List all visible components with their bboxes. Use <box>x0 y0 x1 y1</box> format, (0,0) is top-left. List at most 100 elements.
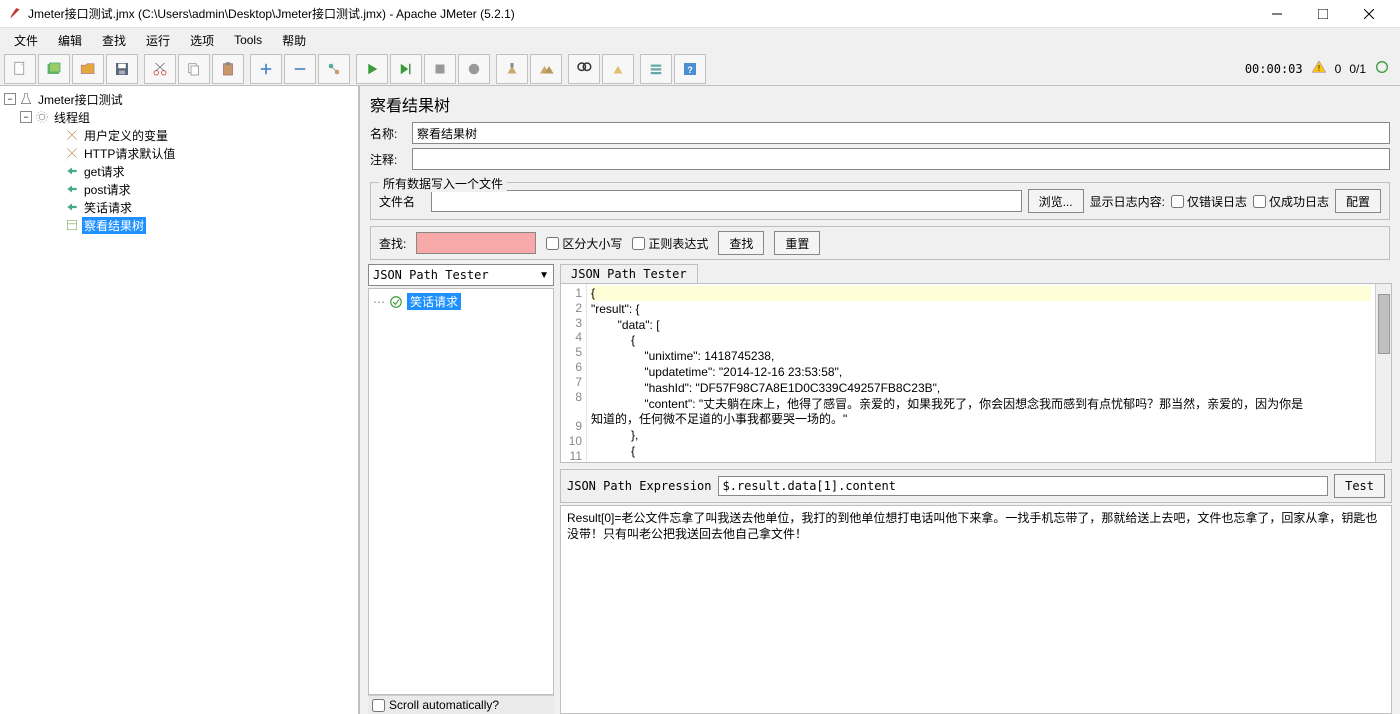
flask-icon <box>18 91 34 107</box>
minimize-button[interactable] <box>1254 0 1300 28</box>
menu-help[interactable]: 帮助 <box>274 30 314 51</box>
show-log-label: 显示日志内容: <box>1090 193 1165 210</box>
success-icon <box>389 295 403 309</box>
request-icon <box>64 181 80 197</box>
menu-run[interactable]: 运行 <box>138 30 178 51</box>
file-label: 文件名 <box>379 193 425 210</box>
templates-icon[interactable] <box>38 54 70 84</box>
tab-json-path-tester[interactable]: JSON Path Tester <box>560 264 698 283</box>
renderer-combo[interactable]: JSON Path Tester ▼ <box>368 264 554 286</box>
browse-button[interactable]: 浏览... <box>1028 189 1084 213</box>
menu-search[interactable]: 查找 <box>94 30 134 51</box>
svg-text:!: ! <box>1318 64 1320 73</box>
response-body-viewer[interactable]: 12345678 91011 { "result": { "data": [ {… <box>560 283 1392 463</box>
open-icon[interactable] <box>72 54 104 84</box>
function-helper-icon[interactable] <box>640 54 672 84</box>
line-gutter: 12345678 91011 <box>561 284 587 462</box>
menubar: 文件 编辑 查找 运行 选项 Tools 帮助 <box>0 28 1400 52</box>
request-icon <box>64 199 80 215</box>
expand-icon[interactable] <box>250 54 282 84</box>
collapse-icon[interactable] <box>284 54 316 84</box>
http-defaults-icon <box>64 145 80 161</box>
samples-tree[interactable]: ⋯ 笑话请求 <box>368 288 554 695</box>
request-icon <box>64 163 80 179</box>
only-error-checkbox[interactable]: 仅错误日志 <box>1171 193 1247 210</box>
warn-count: 0 <box>1335 62 1342 76</box>
gear-icon <box>34 109 50 125</box>
name-input[interactable] <box>412 122 1390 144</box>
search-bar: 查找: 区分大小写 正则表达式 查找 重置 <box>370 226 1390 260</box>
save-icon[interactable] <box>106 54 138 84</box>
menu-file[interactable]: 文件 <box>6 30 46 51</box>
json-path-row: JSON Path Expression Test <box>560 469 1392 503</box>
thread-counter: 0/1 <box>1349 62 1366 76</box>
fieldset-legend: 所有数据写入一个文件 <box>379 175 507 192</box>
chevron-down-icon: ▼ <box>539 270 549 281</box>
json-path-input[interactable] <box>718 476 1329 496</box>
case-checkbox[interactable]: 区分大小写 <box>546 235 622 252</box>
file-output-fieldset: 所有数据写入一个文件 文件名 浏览... 显示日志内容: 仅错误日志 仅成功日志… <box>370 182 1390 220</box>
search-label: 查找: <box>379 235 406 252</box>
tree-item-selected[interactable]: 察看结果树 <box>64 216 358 234</box>
tree-thread-group[interactable]: − 线程组 <box>20 108 358 126</box>
maximize-button[interactable] <box>1300 0 1346 28</box>
tree-root[interactable]: − Jmeter接口测试 <box>4 90 358 108</box>
comment-input[interactable] <box>412 148 1390 170</box>
tree-item[interactable]: HTTP请求默认值 <box>64 144 358 162</box>
tree-item[interactable]: 笑话请求 <box>64 198 358 216</box>
running-icon <box>1374 59 1390 78</box>
new-file-icon[interactable] <box>4 54 36 84</box>
toggle-icon[interactable] <box>318 54 350 84</box>
vars-icon <box>64 127 80 143</box>
name-label: 名称: <box>370 125 406 142</box>
app-icon <box>8 7 22 21</box>
json-path-result[interactable]: Result[0]=老公文件忘拿了叫我送去他单位，我打的到他单位想打电话叫他下来… <box>560 505 1392 714</box>
reset-button[interactable]: 重置 <box>774 231 820 255</box>
regex-checkbox[interactable]: 正则表达式 <box>632 235 708 252</box>
scroll-auto-checkbox[interactable] <box>372 699 385 712</box>
close-button[interactable] <box>1346 0 1392 28</box>
reset-search-icon[interactable] <box>602 54 634 84</box>
search-button[interactable]: 查找 <box>718 231 764 255</box>
scroll-auto-label: Scroll automatically? <box>389 698 499 712</box>
only-success-checkbox[interactable]: 仅成功日志 <box>1253 193 1329 210</box>
expander-icon[interactable]: − <box>20 111 32 123</box>
search-icon[interactable] <box>568 54 600 84</box>
start-icon[interactable] <box>356 54 388 84</box>
clear-icon[interactable] <box>496 54 528 84</box>
window-title: Jmeter接口测试.jmx (C:\Users\admin\Desktop\J… <box>28 5 1254 22</box>
search-input[interactable] <box>416 232 536 254</box>
tree-item[interactable]: post请求 <box>64 180 358 198</box>
menu-tools[interactable]: Tools <box>226 31 270 49</box>
warn-icon[interactable]: ! <box>1311 59 1327 78</box>
tree-item[interactable]: get请求 <box>64 162 358 180</box>
code-content: { "result": { "data": [ { "unixtime": 14… <box>587 284 1375 462</box>
expander-icon[interactable]: − <box>4 93 16 105</box>
shutdown-icon[interactable] <box>458 54 490 84</box>
help-icon[interactable]: ? <box>674 54 706 84</box>
test-plan-tree[interactable]: − Jmeter接口测试 − 线程组 用户定义的变量 HTTP请求默认值 get… <box>0 86 360 714</box>
start-no-pause-icon[interactable] <box>390 54 422 84</box>
stop-icon[interactable] <box>424 54 456 84</box>
window-titlebar: Jmeter接口测试.jmx (C:\Users\admin\Desktop\J… <box>0 0 1400 28</box>
paste-icon[interactable] <box>212 54 244 84</box>
file-input[interactable] <box>431 190 1022 212</box>
panel-title: 察看结果树 <box>370 92 1390 122</box>
svg-text:?: ? <box>687 64 693 74</box>
sample-node[interactable]: ⋯ 笑话请求 <box>373 293 549 310</box>
menu-options[interactable]: 选项 <box>182 30 222 51</box>
scroll-thumb[interactable] <box>1378 294 1390 354</box>
copy-icon[interactable] <box>178 54 210 84</box>
timer: 00:00:03 <box>1245 62 1303 76</box>
cut-icon[interactable] <box>144 54 176 84</box>
config-button[interactable]: 配置 <box>1335 189 1381 213</box>
test-button[interactable]: Test <box>1334 474 1385 498</box>
tree-item[interactable]: 用户定义的变量 <box>64 126 358 144</box>
json-path-label: JSON Path Expression <box>567 479 712 493</box>
results-tree-icon <box>64 217 80 233</box>
scrollbar[interactable] <box>1375 284 1391 462</box>
toolbar: ? 00:00:03 ! 0 0/1 <box>0 52 1400 86</box>
menu-edit[interactable]: 编辑 <box>50 30 90 51</box>
clear-all-icon[interactable] <box>530 54 562 84</box>
comment-label: 注释: <box>370 151 406 168</box>
